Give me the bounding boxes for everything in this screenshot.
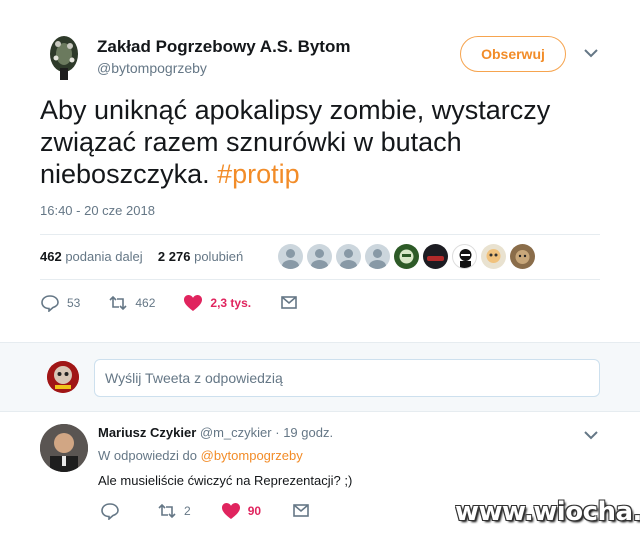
liker-avatar[interactable]: [365, 244, 390, 269]
reply-author-handle[interactable]: @m_czykier: [200, 425, 272, 440]
my-avatar[interactable]: [47, 361, 79, 393]
retweet-count: 462: [135, 296, 156, 310]
author-name[interactable]: Zakład Pogrzebowy A.S. Bytom: [97, 37, 350, 57]
reply-count: 53: [67, 296, 81, 310]
reply-author-name[interactable]: Mariusz Czykier: [98, 425, 196, 440]
watermark: www.wiocha.pl: [455, 497, 640, 527]
reply-to-prefix: W odpowiedzi do: [98, 448, 197, 463]
reply-header: Mariusz Czykier @m_czykier · 19 godz.: [98, 425, 333, 440]
retweets-stat[interactable]: 462 podania dalej: [40, 249, 143, 264]
reply-text: Ale musieliście ćwiczyć na Reprezentacji…: [98, 473, 353, 488]
reply-time[interactable]: 19 godz.: [283, 425, 333, 440]
liker-avatars: [278, 244, 535, 269]
reply-author-avatar[interactable]: [40, 424, 88, 472]
envelope-icon: [281, 296, 297, 309]
reply-icon: [101, 503, 119, 520]
liker-avatar[interactable]: [423, 244, 448, 269]
separator-dot: ·: [275, 425, 280, 440]
divider: [40, 234, 600, 235]
tweet-text: Aby uniknąć apokalipsy zombie, wystarczy…: [40, 94, 600, 190]
liker-avatar[interactable]: [481, 244, 506, 269]
retweet-count: 2: [184, 504, 191, 518]
reply-actions: 2 90: [100, 502, 341, 520]
like-button[interactable]: 90: [221, 502, 261, 520]
liker-avatar[interactable]: [278, 244, 303, 269]
likes-count: 2 276: [157, 249, 191, 264]
tweet-stats: 462 podania dalej 2 276 polubień: [40, 249, 243, 264]
heart-icon: [184, 295, 203, 311]
reply-icon: [41, 295, 59, 312]
follow-button[interactable]: Obserwuj: [460, 36, 566, 72]
liker-avatar[interactable]: [452, 244, 477, 269]
retweet-button[interactable]: 462: [108, 294, 155, 312]
divider: [40, 279, 600, 280]
main-tweet: Zakład Pogrzebowy A.S. Bytom @bytompogrz…: [0, 0, 640, 342]
reply-input[interactable]: Wyślij Tweeta z odpowiedzią: [94, 359, 600, 397]
likes-label: polubień: [194, 249, 244, 264]
liker-avatar[interactable]: [336, 244, 361, 269]
author-handle[interactable]: @bytompogrzeby: [97, 60, 207, 76]
liker-avatar[interactable]: [510, 244, 535, 269]
tweet-actions: 53 462 2,3 tys.: [40, 294, 327, 312]
heart-icon: [221, 503, 240, 519]
retweet-button[interactable]: 2: [157, 502, 191, 520]
envelope-icon: [293, 504, 309, 517]
compose-reply: Wyślij Tweeta z odpowiedzią: [0, 342, 640, 412]
likes-stat[interactable]: 2 276 polubień: [151, 249, 244, 264]
chevron-down-icon[interactable]: [584, 48, 598, 58]
like-count: 2,3 tys.: [210, 296, 252, 310]
hashtag-link[interactable]: #protip: [217, 159, 300, 189]
reply-to-handle[interactable]: @bytompogrzeby: [201, 448, 303, 463]
author-avatar[interactable]: [46, 32, 82, 82]
message-button[interactable]: [279, 294, 299, 312]
retweets-count: 462: [40, 249, 62, 264]
liker-avatar[interactable]: [394, 244, 419, 269]
retweet-icon: [158, 503, 176, 519]
retweets-label: podania dalej: [65, 249, 143, 264]
reply-button[interactable]: [100, 502, 127, 520]
chevron-down-icon[interactable]: [584, 430, 598, 440]
like-count: 90: [247, 504, 262, 518]
message-button[interactable]: [291, 502, 311, 520]
retweet-icon: [109, 295, 127, 311]
tweet-timestamp[interactable]: 16:40 - 20 cze 2018: [40, 203, 155, 218]
liker-avatar[interactable]: [307, 244, 332, 269]
reply-button[interactable]: 53: [40, 294, 80, 312]
reply-to-line: W odpowiedzi do @bytompogrzeby: [98, 448, 303, 463]
like-button[interactable]: 2,3 tys.: [183, 294, 251, 312]
